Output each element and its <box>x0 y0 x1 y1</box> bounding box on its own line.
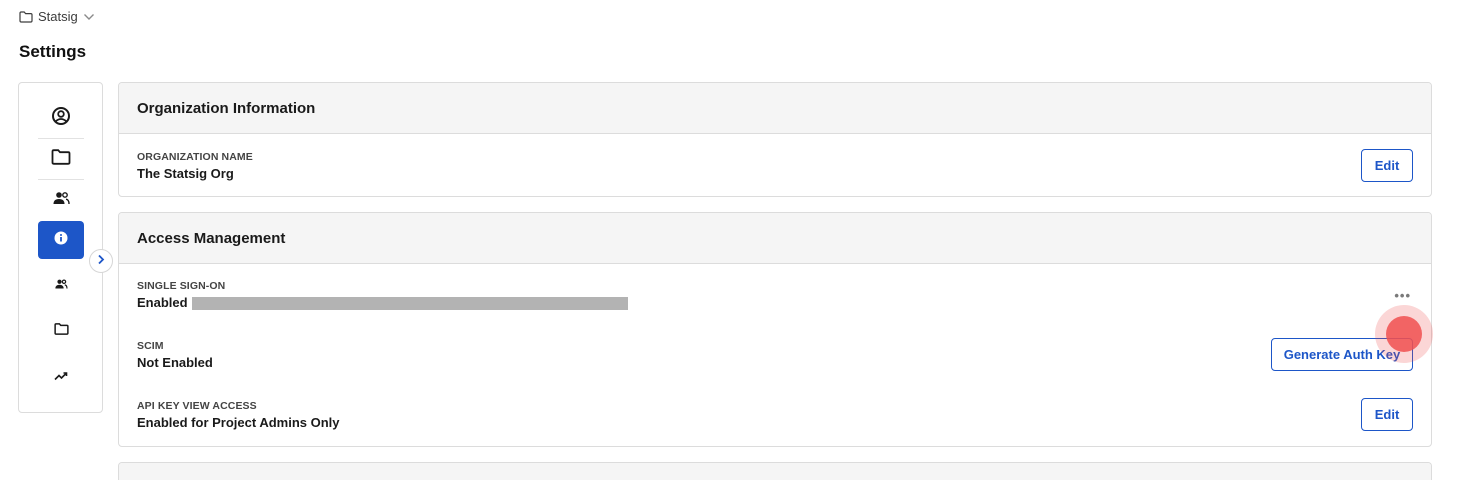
page-title: Settings <box>19 42 87 61</box>
card-title: Access Management <box>119 213 1431 264</box>
user-circle-icon <box>51 106 71 131</box>
single-sign-on-field: SINGLE SIGN-ON Enabled <box>137 280 628 311</box>
users-icon <box>53 277 69 295</box>
more-options-button[interactable]: ••• <box>1394 288 1411 303</box>
sidebar-item-team[interactable] <box>38 181 84 219</box>
api-key-view-access-field: API KEY VIEW ACCESS Enabled for Project … <box>137 400 340 431</box>
sidebar-item-analytics[interactable] <box>38 358 84 396</box>
sidebar-item-projects[interactable] <box>38 140 84 178</box>
field-label: SINGLE SIGN-ON <box>137 280 226 292</box>
sidebar-item-organization[interactable] <box>38 221 84 259</box>
click-indicator <box>1386 316 1422 352</box>
folder-icon <box>19 10 33 23</box>
redacted-text <box>191 296 628 310</box>
folder-icon <box>53 322 69 340</box>
trending-icon <box>54 368 68 386</box>
info-icon <box>54 231 68 250</box>
field-label: ORGANIZATION NAME <box>137 151 253 163</box>
sidebar-divider <box>38 138 84 139</box>
edit-api-key-access-button[interactable]: Edit <box>1361 398 1413 431</box>
organization-info-card: Organization Information ORGANIZATION NA… <box>118 82 1432 197</box>
field-value: The Statsig Org <box>137 166 234 181</box>
field-value: Not Enabled <box>137 355 213 370</box>
field-label: SCIM <box>137 340 164 352</box>
sidebar-item-profile[interactable] <box>38 99 84 137</box>
breadcrumb[interactable]: Statsig <box>19 9 95 24</box>
breadcrumb-label: Statsig <box>38 9 78 24</box>
card-header <box>119 463 1431 480</box>
chevron-right-icon <box>97 252 105 270</box>
field-label: API KEY VIEW ACCESS <box>137 400 257 412</box>
field-value: Enabled for Project Admins Only <box>137 415 340 430</box>
expand-sidebar-button[interactable] <box>89 249 113 273</box>
users-icon <box>51 190 71 211</box>
card-title: Organization Information <box>119 83 1431 134</box>
access-management-card: Access Management SINGLE SIGN-ON Enabled… <box>118 212 1432 447</box>
sidebar-divider <box>38 179 84 180</box>
chevron-down-icon <box>83 13 95 21</box>
sidebar-item-members[interactable] <box>38 267 84 305</box>
sidebar-item-folders[interactable] <box>38 312 84 350</box>
edit-organization-button[interactable]: Edit <box>1361 149 1413 182</box>
folder-icon <box>51 148 71 170</box>
organization-name-field: ORGANIZATION NAME The Statsig Org <box>137 151 253 182</box>
field-value-row: Enabled <box>137 295 628 311</box>
settings-sidebar <box>18 82 103 413</box>
scim-field: SCIM Not Enabled <box>137 340 213 371</box>
field-value: Enabled <box>137 295 188 310</box>
next-settings-card <box>118 462 1432 480</box>
